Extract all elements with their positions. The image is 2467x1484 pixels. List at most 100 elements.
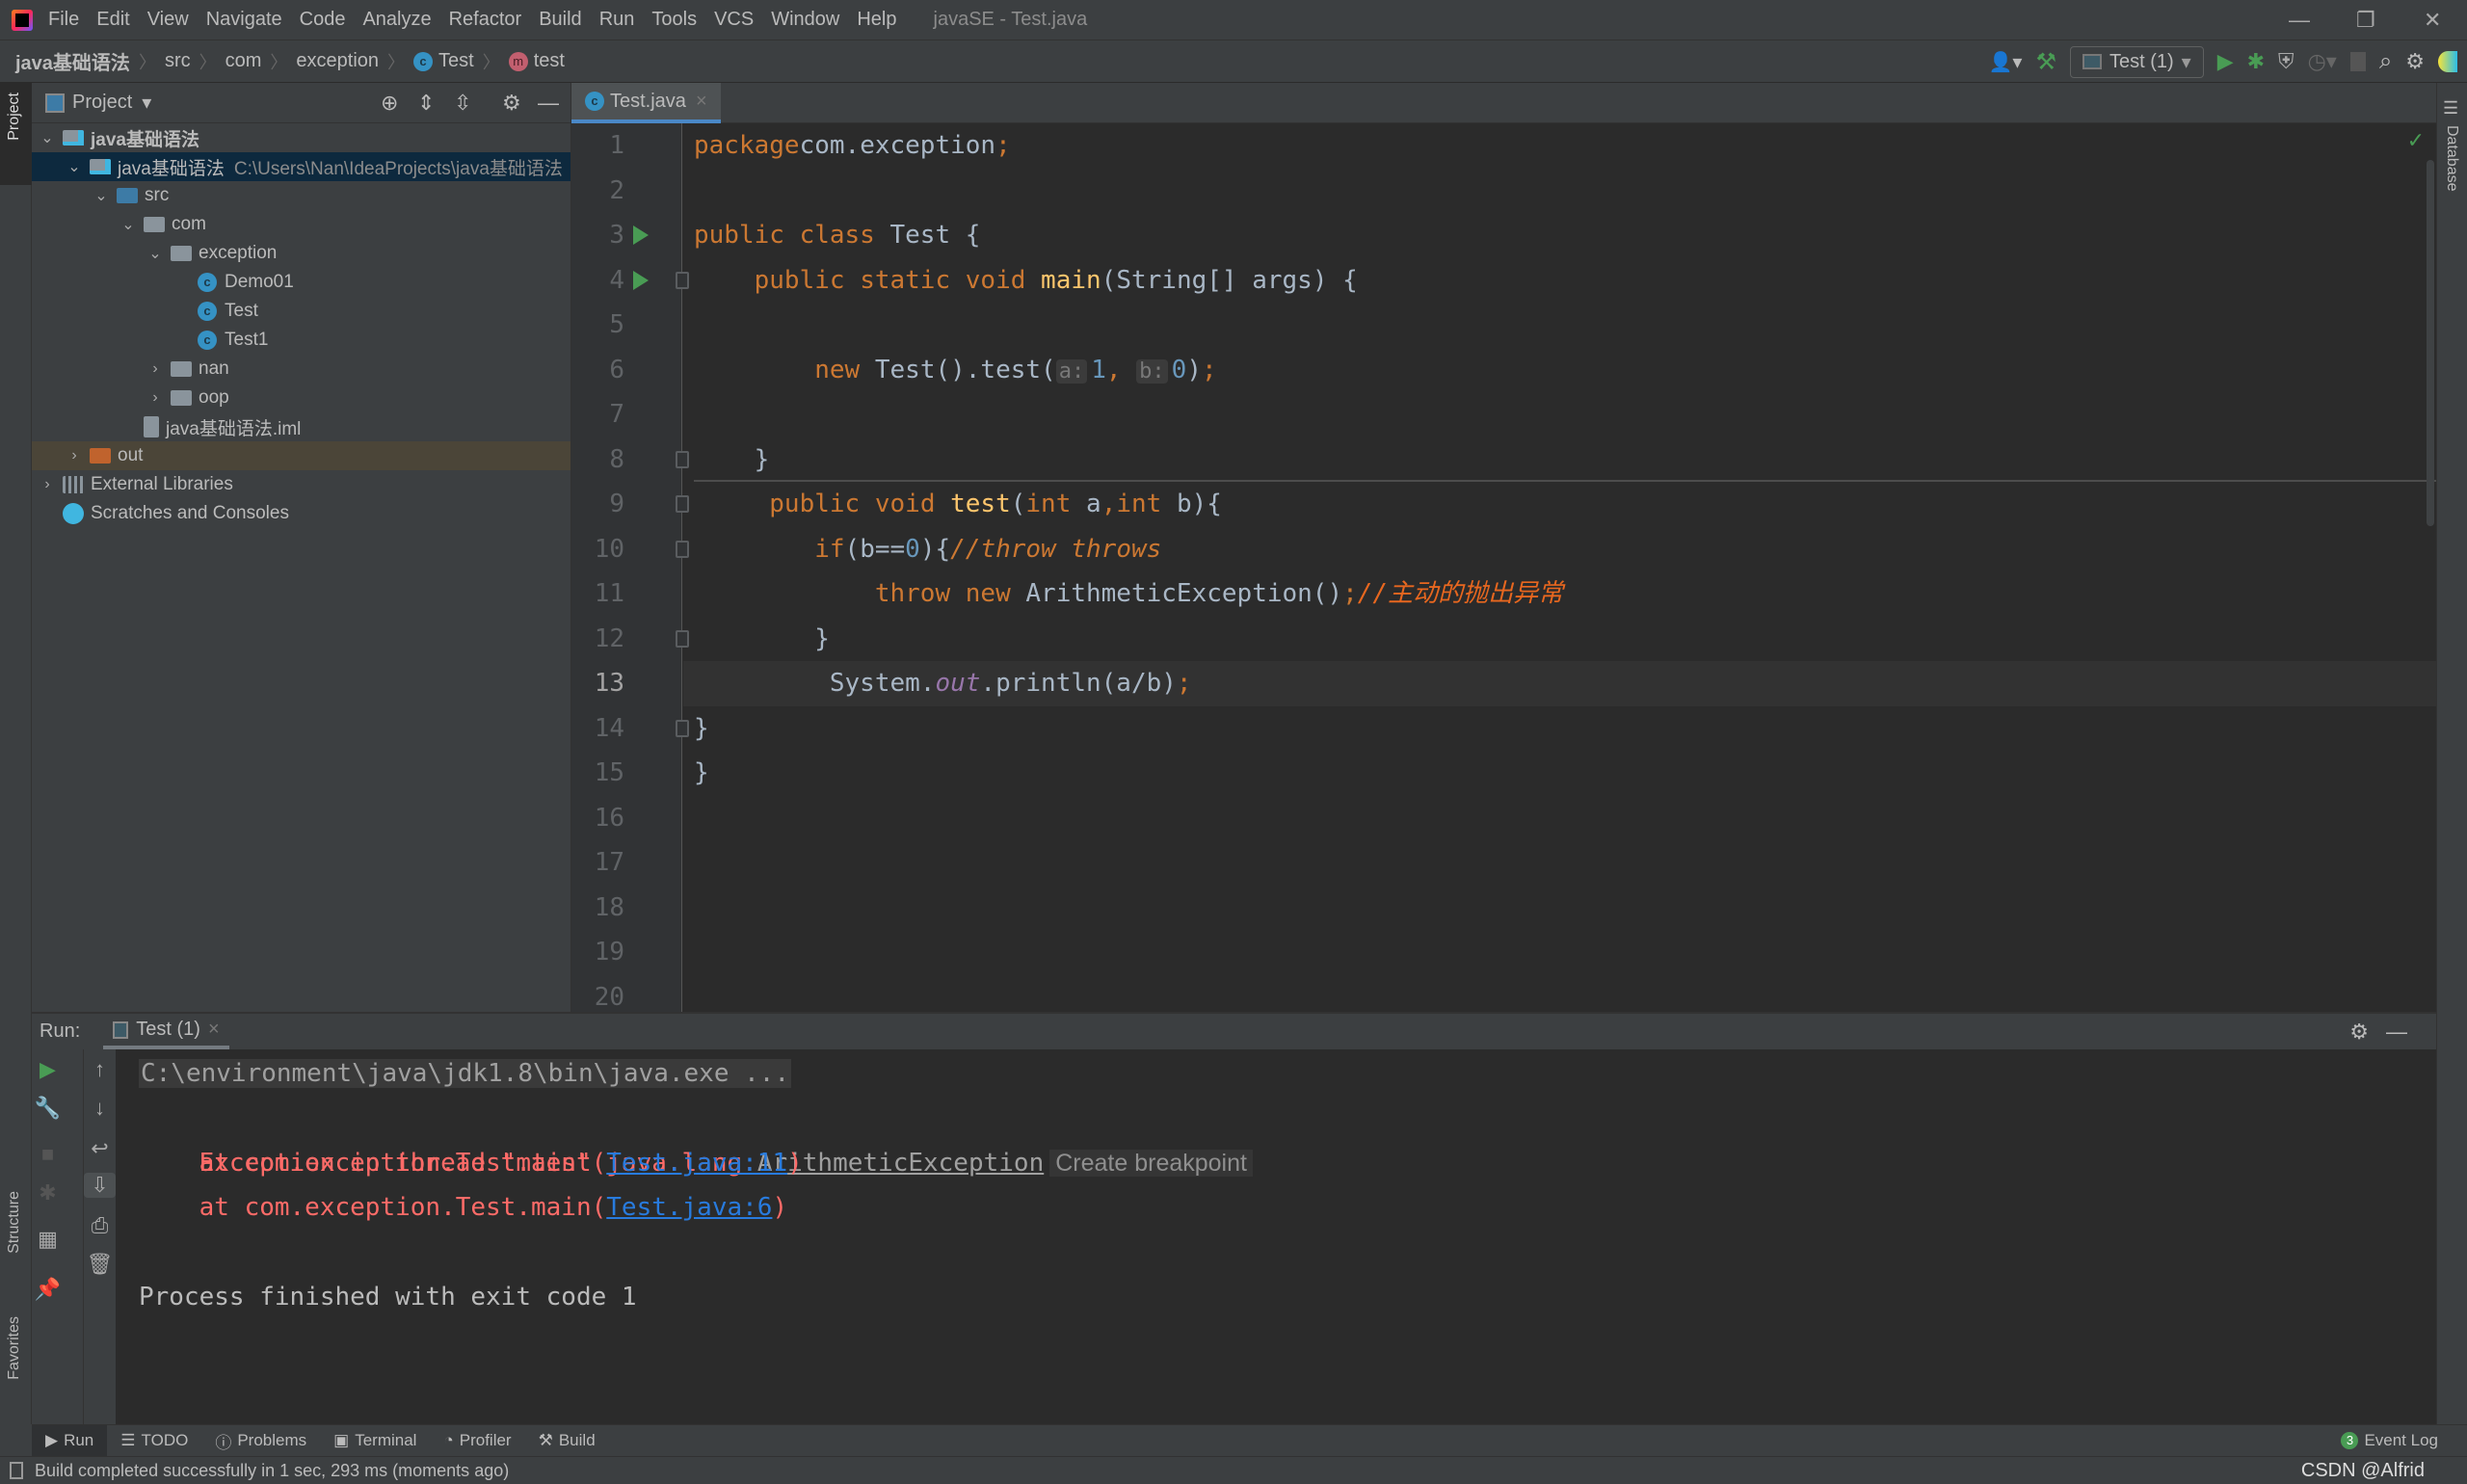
create-breakpoint-link[interactable]: Create breakpoint [1049,1149,1253,1177]
menu-help[interactable]: Help [857,9,896,31]
run-icon[interactable]: ▶ [2217,49,2234,74]
tree-item[interactable]: ⌄ com [32,210,570,239]
breadcrumb-item[interactable]: 〉 exception [261,47,379,75]
fold-marker-icon[interactable] [676,719,689,737]
gear-icon[interactable]: ⚙ [2405,49,2425,74]
build-hammer-icon[interactable]: ⚒ [2035,48,2056,76]
fold-marker-icon[interactable] [676,540,689,558]
profile-icon[interactable]: ◷▾ [2308,49,2337,74]
favorites-tool-button[interactable]: Favorites [6,1316,23,1380]
inspection-ok-icon[interactable]: ✓ [2407,129,2425,153]
menu-file[interactable]: File [48,9,79,31]
source-link[interactable]: Test.java:6 [606,1193,772,1222]
tree-item[interactable]: ⌄ java基础语法 C:\Users\Nan\IdeaProjects\java基… [32,152,570,181]
breadcrumb-item[interactable]: 〉 m test [474,47,565,75]
locate-icon[interactable]: ⊕ [381,91,398,116]
console-output[interactable]: C:\environment\java\jdk1.8\bin\java.exe … [116,1049,2436,1424]
tool-tab-todo[interactable]: ☰ TODO [107,1425,201,1456]
tree-item[interactable]: Scratches and Consoles [32,499,570,528]
pin-icon[interactable]: 📌 [32,1277,64,1302]
menu-edit[interactable]: Edit [96,9,129,31]
close-tab-icon[interactable]: × [208,1019,220,1041]
menu-code[interactable]: Code [300,9,346,31]
editor-scrollbar[interactable] [2427,160,2434,526]
tool-tab-terminal[interactable]: ▣ Terminal [320,1425,430,1456]
gear-icon[interactable]: ⚙ [502,91,521,116]
toolbox-icon[interactable] [2438,51,2457,72]
hide-panel-icon[interactable]: — [2386,1020,2407,1045]
scroll-to-end-icon[interactable]: ⇩ [84,1173,116,1198]
breadcrumb-item[interactable]: 〉 src [130,47,191,75]
project-view-selector[interactable]: Project [72,92,132,114]
code-editor[interactable]: 1 2 3 4 5 6 7 8 9 10 11 12 13 14 15 16 17 18 19 20 packagec… [571,123,2436,1012]
tool-tab-build[interactable]: ⚒ Build [525,1425,609,1456]
tree-item[interactable]: › out [32,441,570,470]
tool-tab-problems[interactable]: ⓘ Problems [201,1425,320,1456]
chevron-down-icon[interactable]: ⌄ [92,186,111,205]
run-gutter-icon[interactable] [633,225,649,245]
chevron-right-icon[interactable]: › [65,447,84,464]
chevron-right-icon[interactable]: › [146,360,165,378]
breadcrumb-item[interactable]: 〉 c Test [379,47,474,75]
close-window-button[interactable]: ✕ [2424,8,2441,33]
panel-toggle-icon[interactable] [10,1462,23,1479]
debug-bug-icon[interactable]: ✱ [2247,49,2265,74]
tree-item[interactable]: java基础语法.iml [32,412,570,441]
collapse-all-icon[interactable]: ⇳ [454,91,471,116]
breadcrumb-item[interactable]: 〉 com [191,47,262,75]
project-tool-button[interactable]: Project [0,83,32,185]
chevron-right-icon[interactable]: › [38,476,57,493]
chevron-down-icon[interactable]: ⌄ [119,215,138,234]
chevron-right-icon[interactable]: › [146,389,165,407]
print-icon[interactable]: ⎙ [84,1213,116,1238]
arrow-down-icon[interactable]: ↓ [84,1096,116,1121]
tree-item[interactable]: c Test [32,297,570,326]
fold-marker-icon[interactable] [676,450,689,468]
source-link[interactable]: Test.java:11 [606,1149,787,1178]
menu-tools[interactable]: Tools [651,9,697,31]
coverage-icon[interactable]: ⛨ [2278,49,2295,74]
menu-vcs[interactable]: VCS [714,9,754,31]
gear-icon[interactable]: ⚙ [2349,1020,2369,1045]
menu-run[interactable]: Run [599,9,635,31]
user-icon[interactable]: 👤▾ [1988,50,2022,74]
close-tab-icon[interactable]: × [696,91,707,113]
tree-item[interactable]: c Test1 [32,326,570,355]
tree-item[interactable]: c Demo01 [32,268,570,297]
search-icon[interactable]: ⌕ [2379,48,2392,75]
menu-build[interactable]: Build [539,9,581,31]
expand-all-icon[interactable]: ⇕ [417,91,435,116]
rerun-icon[interactable]: ▶ [32,1057,64,1082]
tree-item[interactable]: › nan [32,355,570,384]
fold-marker-icon[interactable] [676,271,689,289]
fold-marker-icon[interactable] [676,495,689,513]
stop-icon[interactable] [2349,52,2366,71]
hide-panel-icon[interactable]: — [538,91,559,116]
breadcrumb-item[interactable]: java基础语法 [15,47,130,75]
run-tab-test-1[interactable]: Test (1) × [103,1014,229,1049]
layout-icon[interactable]: ▦ [32,1227,64,1252]
menu-window[interactable]: Window [771,9,839,31]
tree-item[interactable]: ⌄ java基础语法 [32,123,570,152]
menu-analyze[interactable]: Analyze [362,9,431,31]
chevron-down-icon[interactable]: ⌄ [146,244,165,263]
menu-refactor[interactable]: Refactor [449,9,522,31]
tree-item[interactable]: ⌄ exception [32,239,570,268]
tool-tab-run[interactable]: ▶ Run [32,1425,108,1456]
run-gutter-icon[interactable] [633,270,649,290]
event-log-button[interactable]: 3 Event Log [2341,1431,2438,1450]
soft-wrap-icon[interactable]: ↩ [84,1136,116,1161]
tool-tab-profiler[interactable]: ◔ Profiler [430,1425,524,1456]
structure-tool-button[interactable]: Structure [6,1191,23,1254]
tree-item[interactable]: › External Libraries [32,470,570,499]
menu-navigate[interactable]: Navigate [206,9,282,31]
menu-view[interactable]: View [147,9,189,31]
chevron-down-icon[interactable]: ⌄ [65,157,84,176]
wrench-icon[interactable]: 🔧 [32,1096,64,1121]
run-config-select[interactable]: Test (1) ▾ [2069,45,2204,78]
tree-item[interactable]: ⌄ src [32,181,570,210]
tab-test-java[interactable]: c Test.java × [571,83,721,123]
trash-icon[interactable]: 🗑 [84,1252,116,1277]
database-tool-button[interactable]: Database [2443,125,2460,192]
minimize-button[interactable]: — [2289,8,2310,33]
